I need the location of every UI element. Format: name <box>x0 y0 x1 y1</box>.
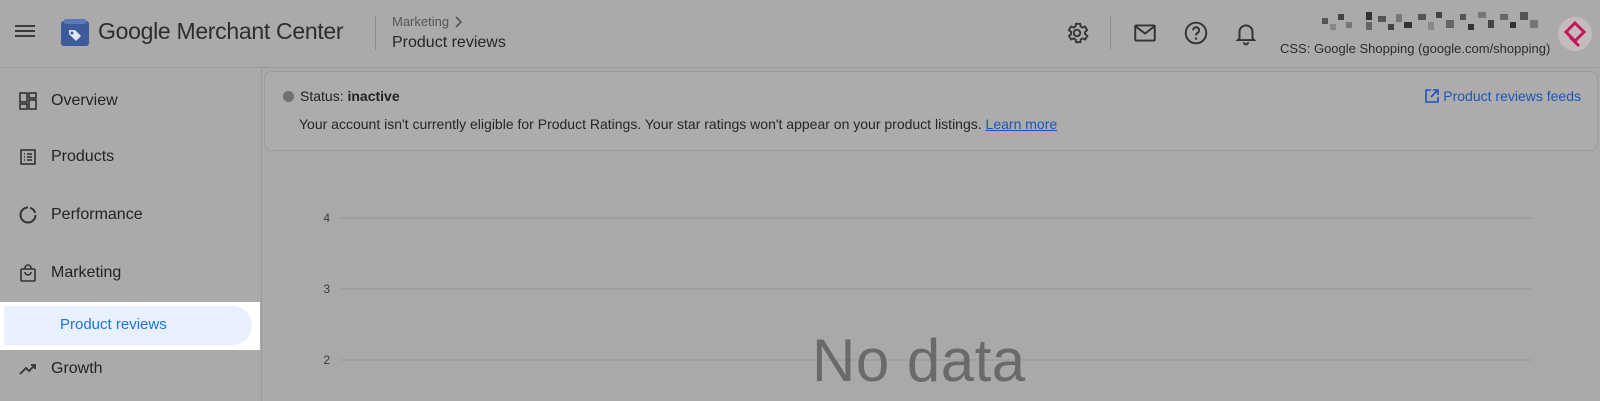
sidebar-item-label: Performance <box>51 206 143 223</box>
page-title: Product reviews <box>392 34 506 51</box>
sidebar-item-label: Marketing <box>51 264 122 281</box>
account-name-redacted <box>1322 12 1538 30</box>
products-icon <box>20 149 36 165</box>
header-divider <box>1110 16 1111 50</box>
status-label: Status: <box>300 88 344 104</box>
sidebar-item-performance[interactable]: Performance <box>0 195 262 235</box>
sidebar-item-overview[interactable]: Overview <box>0 81 262 121</box>
selected-item-highlight: Product reviews <box>0 302 260 350</box>
status-indicator <box>283 91 294 102</box>
app-name: Google Merchant Center <box>98 18 344 44</box>
growth-icon <box>19 364 36 375</box>
y-tick-label: 2 <box>323 353 330 367</box>
settings-icon[interactable] <box>1064 20 1090 46</box>
breadcrumb-parent[interactable]: Marketing <box>392 14 449 29</box>
sidebar-item-label: Growth <box>51 360 103 377</box>
notifications-icon[interactable] <box>1233 20 1259 46</box>
sidebar-item-marketing[interactable]: Marketing <box>0 253 262 293</box>
sidebar: Overview Products Performance Marketing <box>0 68 262 401</box>
sidebar-item-products[interactable]: Products <box>0 137 262 177</box>
marketing-icon <box>20 264 36 282</box>
chevron-right-icon <box>455 15 463 28</box>
performance-icon <box>19 206 37 224</box>
message-text: Your account isn't currently eligible fo… <box>299 116 982 132</box>
mail-icon[interactable] <box>1132 20 1158 46</box>
status-value: inactive <box>347 88 400 104</box>
sidebar-item-label: Products <box>51 148 115 165</box>
help-icon[interactable] <box>1183 20 1209 46</box>
y-tick-label: 4 <box>323 211 330 225</box>
overview-icon <box>19 92 37 110</box>
feeds-link-label: Product reviews feeds <box>1443 88 1581 104</box>
header-divider <box>375 16 376 50</box>
y-tick-label: 3 <box>323 282 330 296</box>
sidebar-item-label: Overview <box>51 92 118 109</box>
breadcrumb[interactable]: Marketing <box>392 14 463 29</box>
status-text: Status: inactive <box>300 88 400 104</box>
eligibility-message: Your account isn't currently eligible fo… <box>299 116 1057 132</box>
account-logo-icon <box>1563 20 1587 48</box>
status-banner: Status: inactive Your account isn't curr… <box>264 71 1598 151</box>
no-data-message: No data <box>812 327 1026 394</box>
merchant-center-logo <box>61 19 89 46</box>
app-header: Google Merchant Center Marketing Product… <box>0 0 1600 68</box>
menu-icon[interactable] <box>14 22 36 44</box>
avatar[interactable] <box>1558 17 1592 51</box>
product-reviews-feeds-link[interactable]: Product reviews feeds <box>1424 88 1581 104</box>
css-label: CSS: Google Shopping (google.com/shoppin… <box>1280 41 1551 56</box>
sidebar-item-product-reviews[interactable]: Product reviews <box>4 306 252 345</box>
learn-more-link[interactable]: Learn more <box>986 116 1058 132</box>
sidebar-item-growth[interactable]: Growth <box>0 349 262 389</box>
open-in-new-icon <box>1425 89 1440 103</box>
sidebar-item-label: Product reviews <box>60 316 167 333</box>
